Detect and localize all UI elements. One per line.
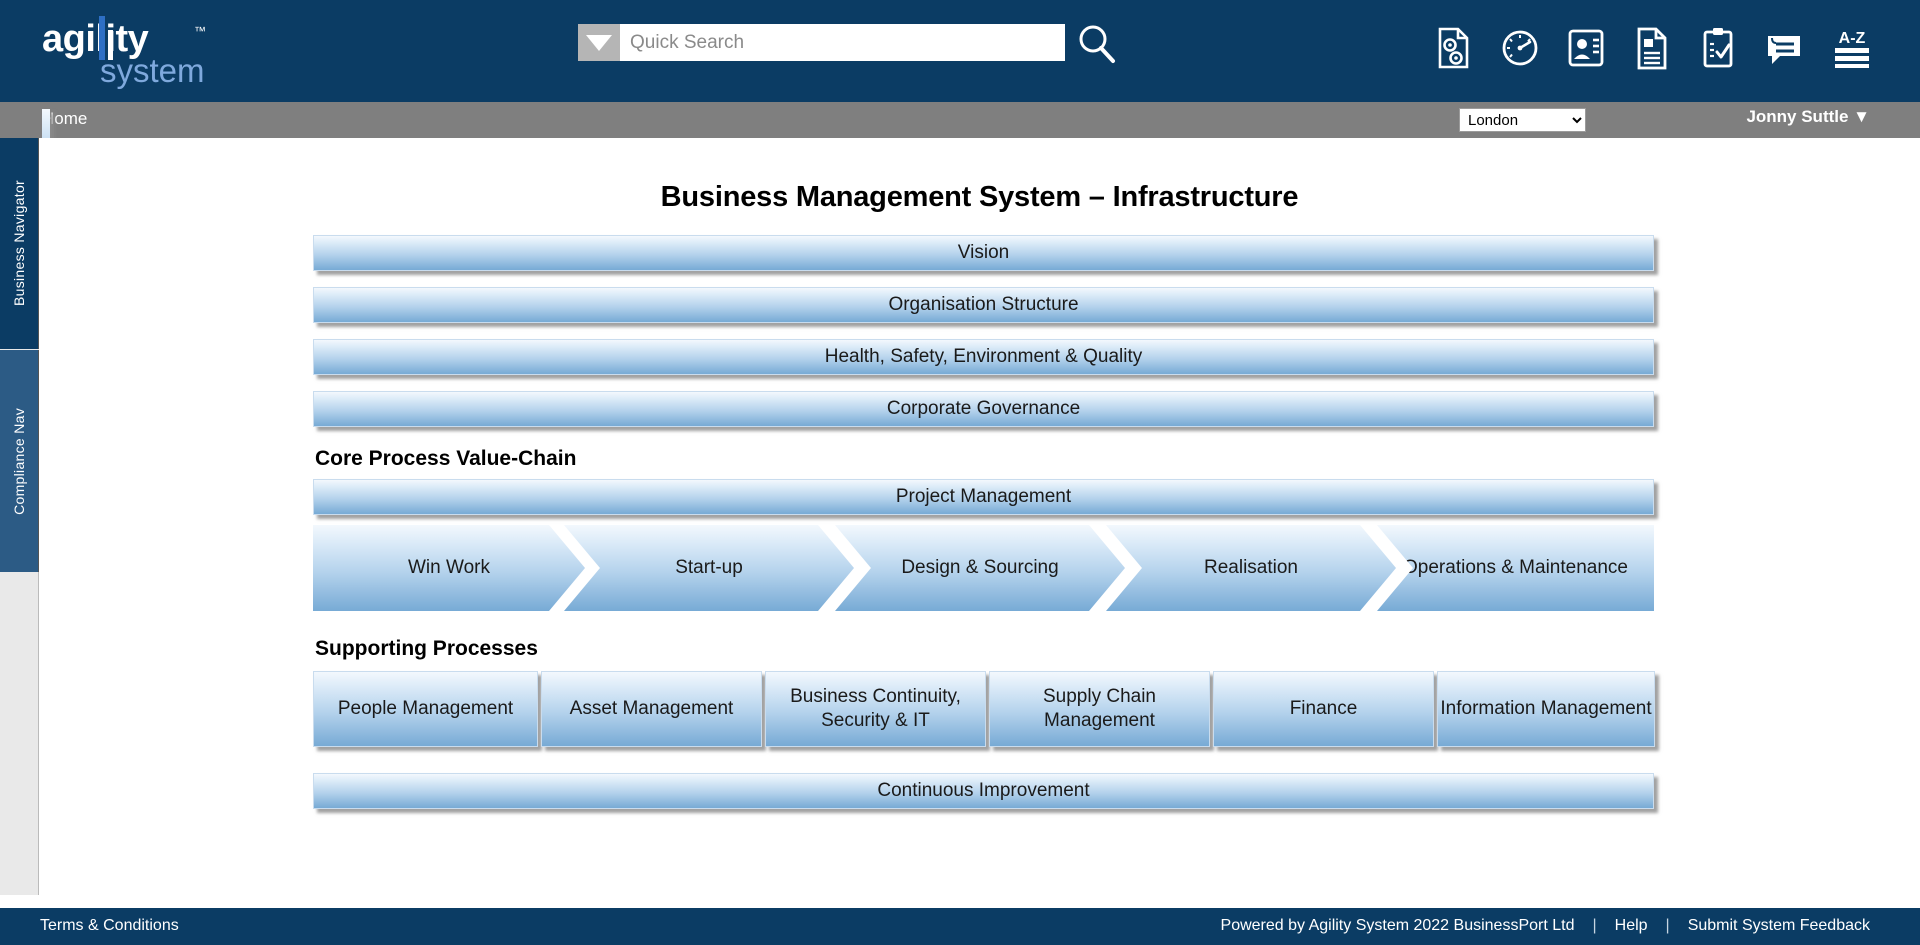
box-label: Supply Chain Management xyxy=(1042,686,1157,731)
document-icon[interactable] xyxy=(1632,26,1672,70)
chevron-win-work[interactable]: Win Work xyxy=(313,525,585,611)
user-menu[interactable]: Jonny Suttle ▼ xyxy=(1746,107,1870,127)
box-people-management[interactable]: People Management xyxy=(313,671,538,747)
search-icon xyxy=(1079,25,1115,63)
box-supply-chain-management[interactable]: Supply Chain Management xyxy=(989,671,1210,747)
bar-organisation-structure[interactable]: Organisation Structure xyxy=(313,287,1654,323)
bar-project-management[interactable]: Project Management xyxy=(313,479,1654,515)
bar-hseq[interactable]: Health, Safety, Environment & Quality xyxy=(313,339,1654,375)
chevron-start-up[interactable]: Start-up xyxy=(564,525,854,611)
chevron-design-sourcing[interactable]: Design & Sourcing xyxy=(835,525,1125,611)
chevron-label: Start-up xyxy=(675,557,743,579)
triangle-down-icon xyxy=(586,34,612,51)
powered-by-text: Powered by Agility System 2022 BusinessP… xyxy=(1220,917,1575,934)
left-sidebar: Business Navigator Compliance Nav xyxy=(0,138,39,908)
breadcrumb[interactable]: »Home xyxy=(42,109,87,195)
value-chain-row: Win Work Start-up Design & Sourcing Real… xyxy=(313,525,1658,617)
page-title: Business Management System – Infrastruct… xyxy=(660,181,1299,213)
sidebar-tab-business-navigator[interactable]: Business Navigator xyxy=(0,138,39,349)
document-settings-icon[interactable] xyxy=(1434,26,1474,70)
search-button[interactable] xyxy=(1075,22,1119,66)
app-footer: Terms & Conditions Powered by Agility Sy… xyxy=(0,908,1920,945)
bar-vision[interactable]: Vision xyxy=(313,235,1654,271)
chevron-label: Win Work xyxy=(408,557,490,579)
box-business-continuity[interactable]: Business Continuity, Security & IT xyxy=(765,671,986,747)
quick-search xyxy=(578,24,1065,61)
app-root: agility ™ system Quick Search A-Z Home L… xyxy=(0,0,1920,945)
box-label: People Management xyxy=(337,698,514,720)
box-label: Business Continuity, Security & IT xyxy=(790,686,961,731)
footer-separator: | xyxy=(1592,917,1597,934)
help-link[interactable]: Help xyxy=(1615,917,1648,935)
bar-continuous-improvement[interactable]: Continuous Improvement xyxy=(313,773,1654,809)
box-finance[interactable]: Finance xyxy=(1213,671,1434,747)
box-label: Information Management xyxy=(1440,698,1652,720)
breadcrumb-bar: »Home London Jonny Suttle ▼ xyxy=(0,102,1920,195)
location-select[interactable]: London xyxy=(1459,108,1586,132)
feedback-bubble-icon[interactable] xyxy=(1764,26,1804,70)
logo-subtext: system xyxy=(100,52,205,89)
bms-diagram: Vision Organisation Structure Health, Sa… xyxy=(313,235,1658,809)
sidebar-tab-label: Business Navigator xyxy=(11,180,27,307)
terms-link[interactable]: Terms & Conditions xyxy=(40,917,179,935)
main-content: Business Management System – Infrastruct… xyxy=(39,138,1920,908)
app-header: agility ™ system Quick Search A-Z xyxy=(0,0,1920,102)
sidebar-tab-compliance-nav[interactable]: Compliance Nav xyxy=(0,350,39,572)
box-label: Finance xyxy=(1289,698,1358,720)
sidebar-tab-label: Compliance Nav xyxy=(11,407,27,515)
bar-corporate-governance[interactable]: Corporate Governance xyxy=(313,391,1654,427)
glossary-az-icon[interactable]: A-Z xyxy=(1830,26,1870,70)
core-process-heading: Core Process Value-Chain xyxy=(315,447,577,470)
chevron-realisation[interactable]: Realisation xyxy=(1106,525,1396,611)
box-information-management[interactable]: Information Management xyxy=(1437,671,1655,747)
chevron-label: Operations & Maintenance xyxy=(1403,557,1628,579)
submit-feedback-link[interactable]: Submit System Feedback xyxy=(1688,917,1870,935)
supporting-processes-row: People Management Asset Management Busin… xyxy=(313,671,1658,751)
logo-trademark: ™ xyxy=(194,24,206,38)
sidebar-filler xyxy=(0,572,39,908)
search-scope-dropdown[interactable] xyxy=(578,24,620,61)
footer-separator: | xyxy=(1665,917,1670,934)
chevron-label: Design & Sourcing xyxy=(901,557,1059,579)
clipboard-check-icon[interactable] xyxy=(1698,26,1738,70)
footer-links: Powered by Agility System 2022 BusinessP… xyxy=(1221,917,1870,935)
app-logo[interactable]: agility ™ system xyxy=(42,16,242,89)
chevron-label: Realisation xyxy=(1204,557,1298,579)
chevron-operations-maintenance[interactable]: Operations & Maintenance xyxy=(1377,525,1654,611)
contacts-icon[interactable] xyxy=(1566,26,1606,70)
dashboard-gauge-icon[interactable] xyxy=(1500,26,1540,70)
supporting-processes-heading: Supporting Processes xyxy=(315,637,538,660)
svg-text:A-Z: A-Z xyxy=(1839,30,1866,47)
box-asset-management[interactable]: Asset Management xyxy=(541,671,762,747)
search-input[interactable] xyxy=(620,24,1065,61)
header-icon-bar: A-Z xyxy=(1434,20,1870,76)
infrastructure-bars: Vision Organisation Structure Health, Sa… xyxy=(313,235,1658,427)
content-bottom-strip xyxy=(0,895,1920,908)
box-label: Asset Management xyxy=(569,698,734,720)
